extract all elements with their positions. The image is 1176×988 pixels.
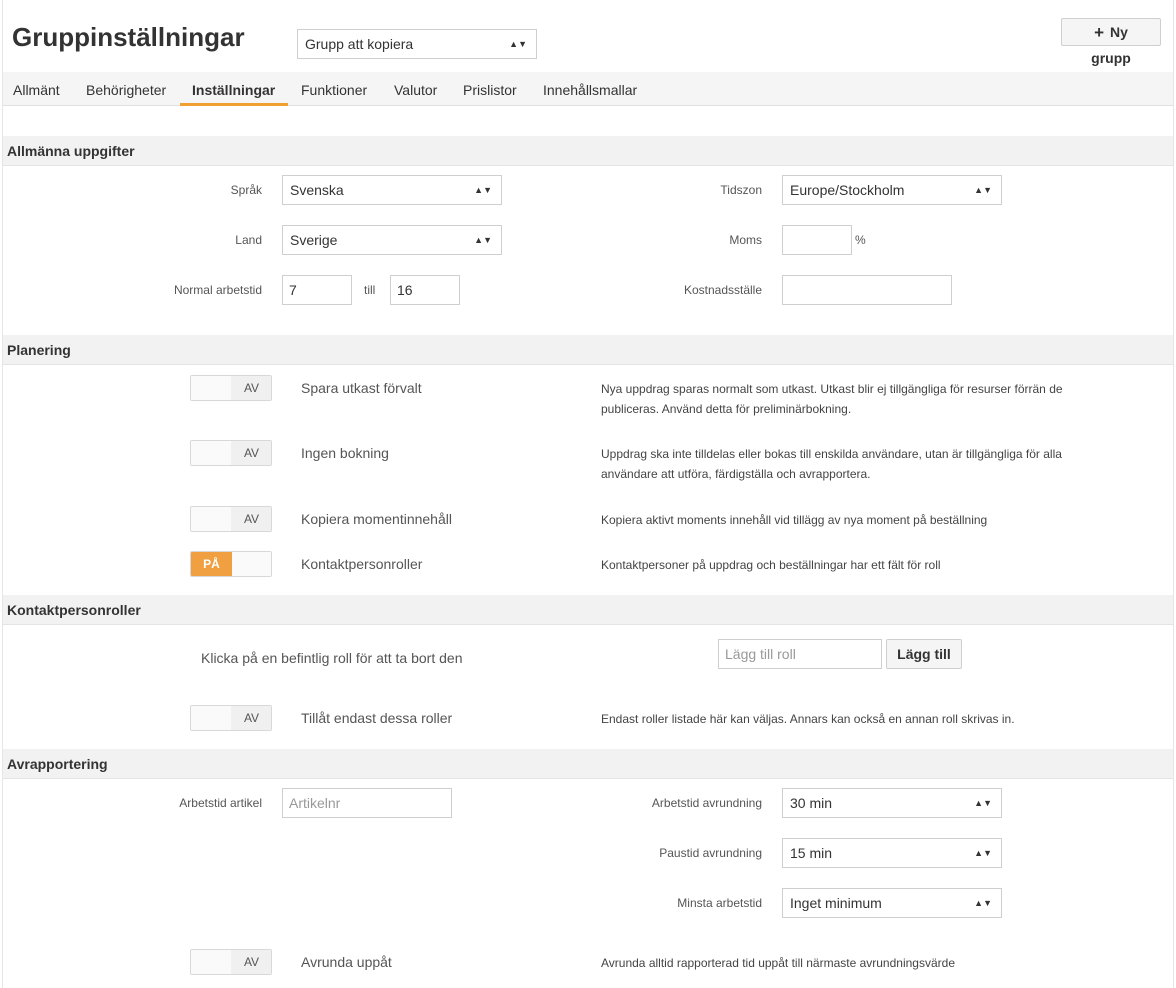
toggle-restrict-roles[interactable]: AV [190, 705, 272, 731]
add-role-button[interactable]: Lägg till [886, 639, 962, 669]
setting-title-save-draft: Spara utkast förvalt [301, 380, 422, 396]
timezone-select[interactable]: Europe/Stockholm ▲▼ [782, 175, 1002, 205]
setting-desc-round-up: Avrunda alltid rapporterad tid uppåt til… [601, 956, 955, 970]
up-down-arrow-icon: ▲▼ [474, 185, 492, 195]
setting-desc-save-draft: Nya uppdrag sparas normalt som utkast. U… [601, 382, 1063, 416]
up-down-arrow-icon: ▲▼ [974, 898, 992, 908]
section-contact-roles-heading: Kontaktpersonroller [3, 595, 1173, 625]
toggle-save-draft[interactable]: AV [190, 375, 272, 401]
tab-prislistor[interactable]: Prislistor [463, 72, 517, 106]
tab-valutor[interactable]: Valutor [394, 72, 437, 106]
language-select-value: Svenska [290, 182, 344, 198]
copy-group-select[interactable]: Grupp att kopiera ▲▼ [297, 29, 537, 59]
article-label: Arbetstid artikel [179, 796, 262, 810]
work-rounding-select-value: 30 min [790, 795, 833, 811]
setting-title-round-up: Avrunda uppåt [301, 954, 392, 970]
setting-title-contact-roles: Kontaktpersonroller [301, 556, 423, 572]
toggle-state: PÅ [191, 552, 232, 576]
setting-desc-restrict-roles: Endast roller listade här kan väljas. An… [601, 712, 1015, 726]
tab-innehallsmallar[interactable]: Innehållsmallar [543, 72, 637, 106]
toggle-state: AV [231, 950, 271, 974]
language-label: Språk [230, 183, 262, 197]
up-down-arrow-icon: ▲▼ [509, 39, 527, 49]
country-select-value: Sverige [290, 232, 338, 248]
work-rounding-select[interactable]: 30 min ▲▼ [782, 788, 1002, 818]
costcenter-input[interactable] [782, 275, 952, 305]
min-worktime-select-value: Inget minimum [790, 895, 882, 911]
toggle-state: AV [231, 706, 271, 730]
up-down-arrow-icon: ▲▼ [974, 848, 992, 858]
vat-unit: % [855, 233, 866, 247]
toggle-state: AV [231, 376, 271, 400]
tab-bar: Allmänt Behörigheter Inställningar Funkt… [3, 72, 1173, 106]
setting-title-copy-moment: Kopiera momentinnehåll [301, 511, 452, 527]
min-worktime-select[interactable]: Inget minimum ▲▼ [782, 888, 1002, 918]
tab-behorigheter[interactable]: Behörigheter [86, 72, 166, 106]
vat-input[interactable] [782, 225, 852, 255]
section-reporting-heading: Avrapportering [3, 749, 1173, 779]
worktime-to-input[interactable] [390, 275, 460, 305]
page-title: Gruppinställningar [12, 22, 245, 52]
toggle-round-up[interactable]: AV [190, 949, 272, 975]
copy-group-select-value: Grupp att kopiera [305, 36, 414, 52]
setting-title-restrict-roles: Tillåt endast dessa roller [301, 710, 453, 726]
worktime-to-label: till [364, 283, 376, 297]
vat-label: Moms [729, 233, 762, 247]
tab-allmant[interactable]: Allmänt [13, 72, 60, 106]
section-planning-heading: Planering [3, 335, 1173, 365]
up-down-arrow-icon: ▲▼ [974, 798, 992, 808]
worktime-label: Normal arbetstid [173, 283, 262, 297]
timezone-select-value: Europe/Stockholm [790, 182, 905, 198]
up-down-arrow-icon: ▲▼ [974, 185, 992, 195]
plus-icon: + [1094, 23, 1105, 42]
toggle-contact-roles[interactable]: PÅ [190, 551, 272, 577]
contact-roles-hint: Klicka på en befintlig roll för att ta b… [201, 650, 463, 666]
add-role-input[interactable] [718, 639, 882, 669]
setting-desc-contact-roles: Kontaktpersoner på uppdrag och beställni… [601, 558, 941, 572]
new-group-button[interactable]: + Ny grupp [1061, 18, 1161, 66]
worktime-from-input[interactable] [282, 275, 352, 305]
costcenter-label: Kostnadsställe [683, 283, 762, 297]
work-rounding-label: Arbetstid avrundning [651, 796, 762, 810]
country-label: Land [235, 233, 262, 247]
break-rounding-select[interactable]: 15 min ▲▼ [782, 838, 1002, 868]
toggle-state: AV [231, 507, 271, 531]
setting-title-no-booking: Ingen bokning [301, 445, 389, 461]
setting-desc-copy-moment: Kopiera aktivt moments innehåll vid till… [601, 513, 988, 527]
timezone-label: Tidszon [720, 183, 762, 197]
language-select[interactable]: Svenska ▲▼ [282, 175, 502, 205]
break-rounding-label: Paustid avrundning [659, 846, 762, 860]
toggle-copy-moment[interactable]: AV [190, 506, 272, 532]
toggle-no-booking[interactable]: AV [190, 440, 272, 466]
setting-desc-no-booking: Uppdrag ska inte tilldelas eller bokas t… [601, 447, 1062, 481]
break-rounding-select-value: 15 min [790, 845, 833, 861]
tab-installningar[interactable]: Inställningar [180, 72, 288, 106]
toggle-state: AV [231, 441, 271, 465]
section-general-heading: Allmänna uppgifter [3, 136, 1173, 166]
tab-funktioner[interactable]: Funktioner [301, 72, 367, 106]
up-down-arrow-icon: ▲▼ [474, 235, 492, 245]
country-select[interactable]: Sverige ▲▼ [282, 225, 502, 255]
min-worktime-label: Minsta arbetstid [677, 896, 762, 910]
article-input[interactable] [282, 788, 452, 818]
